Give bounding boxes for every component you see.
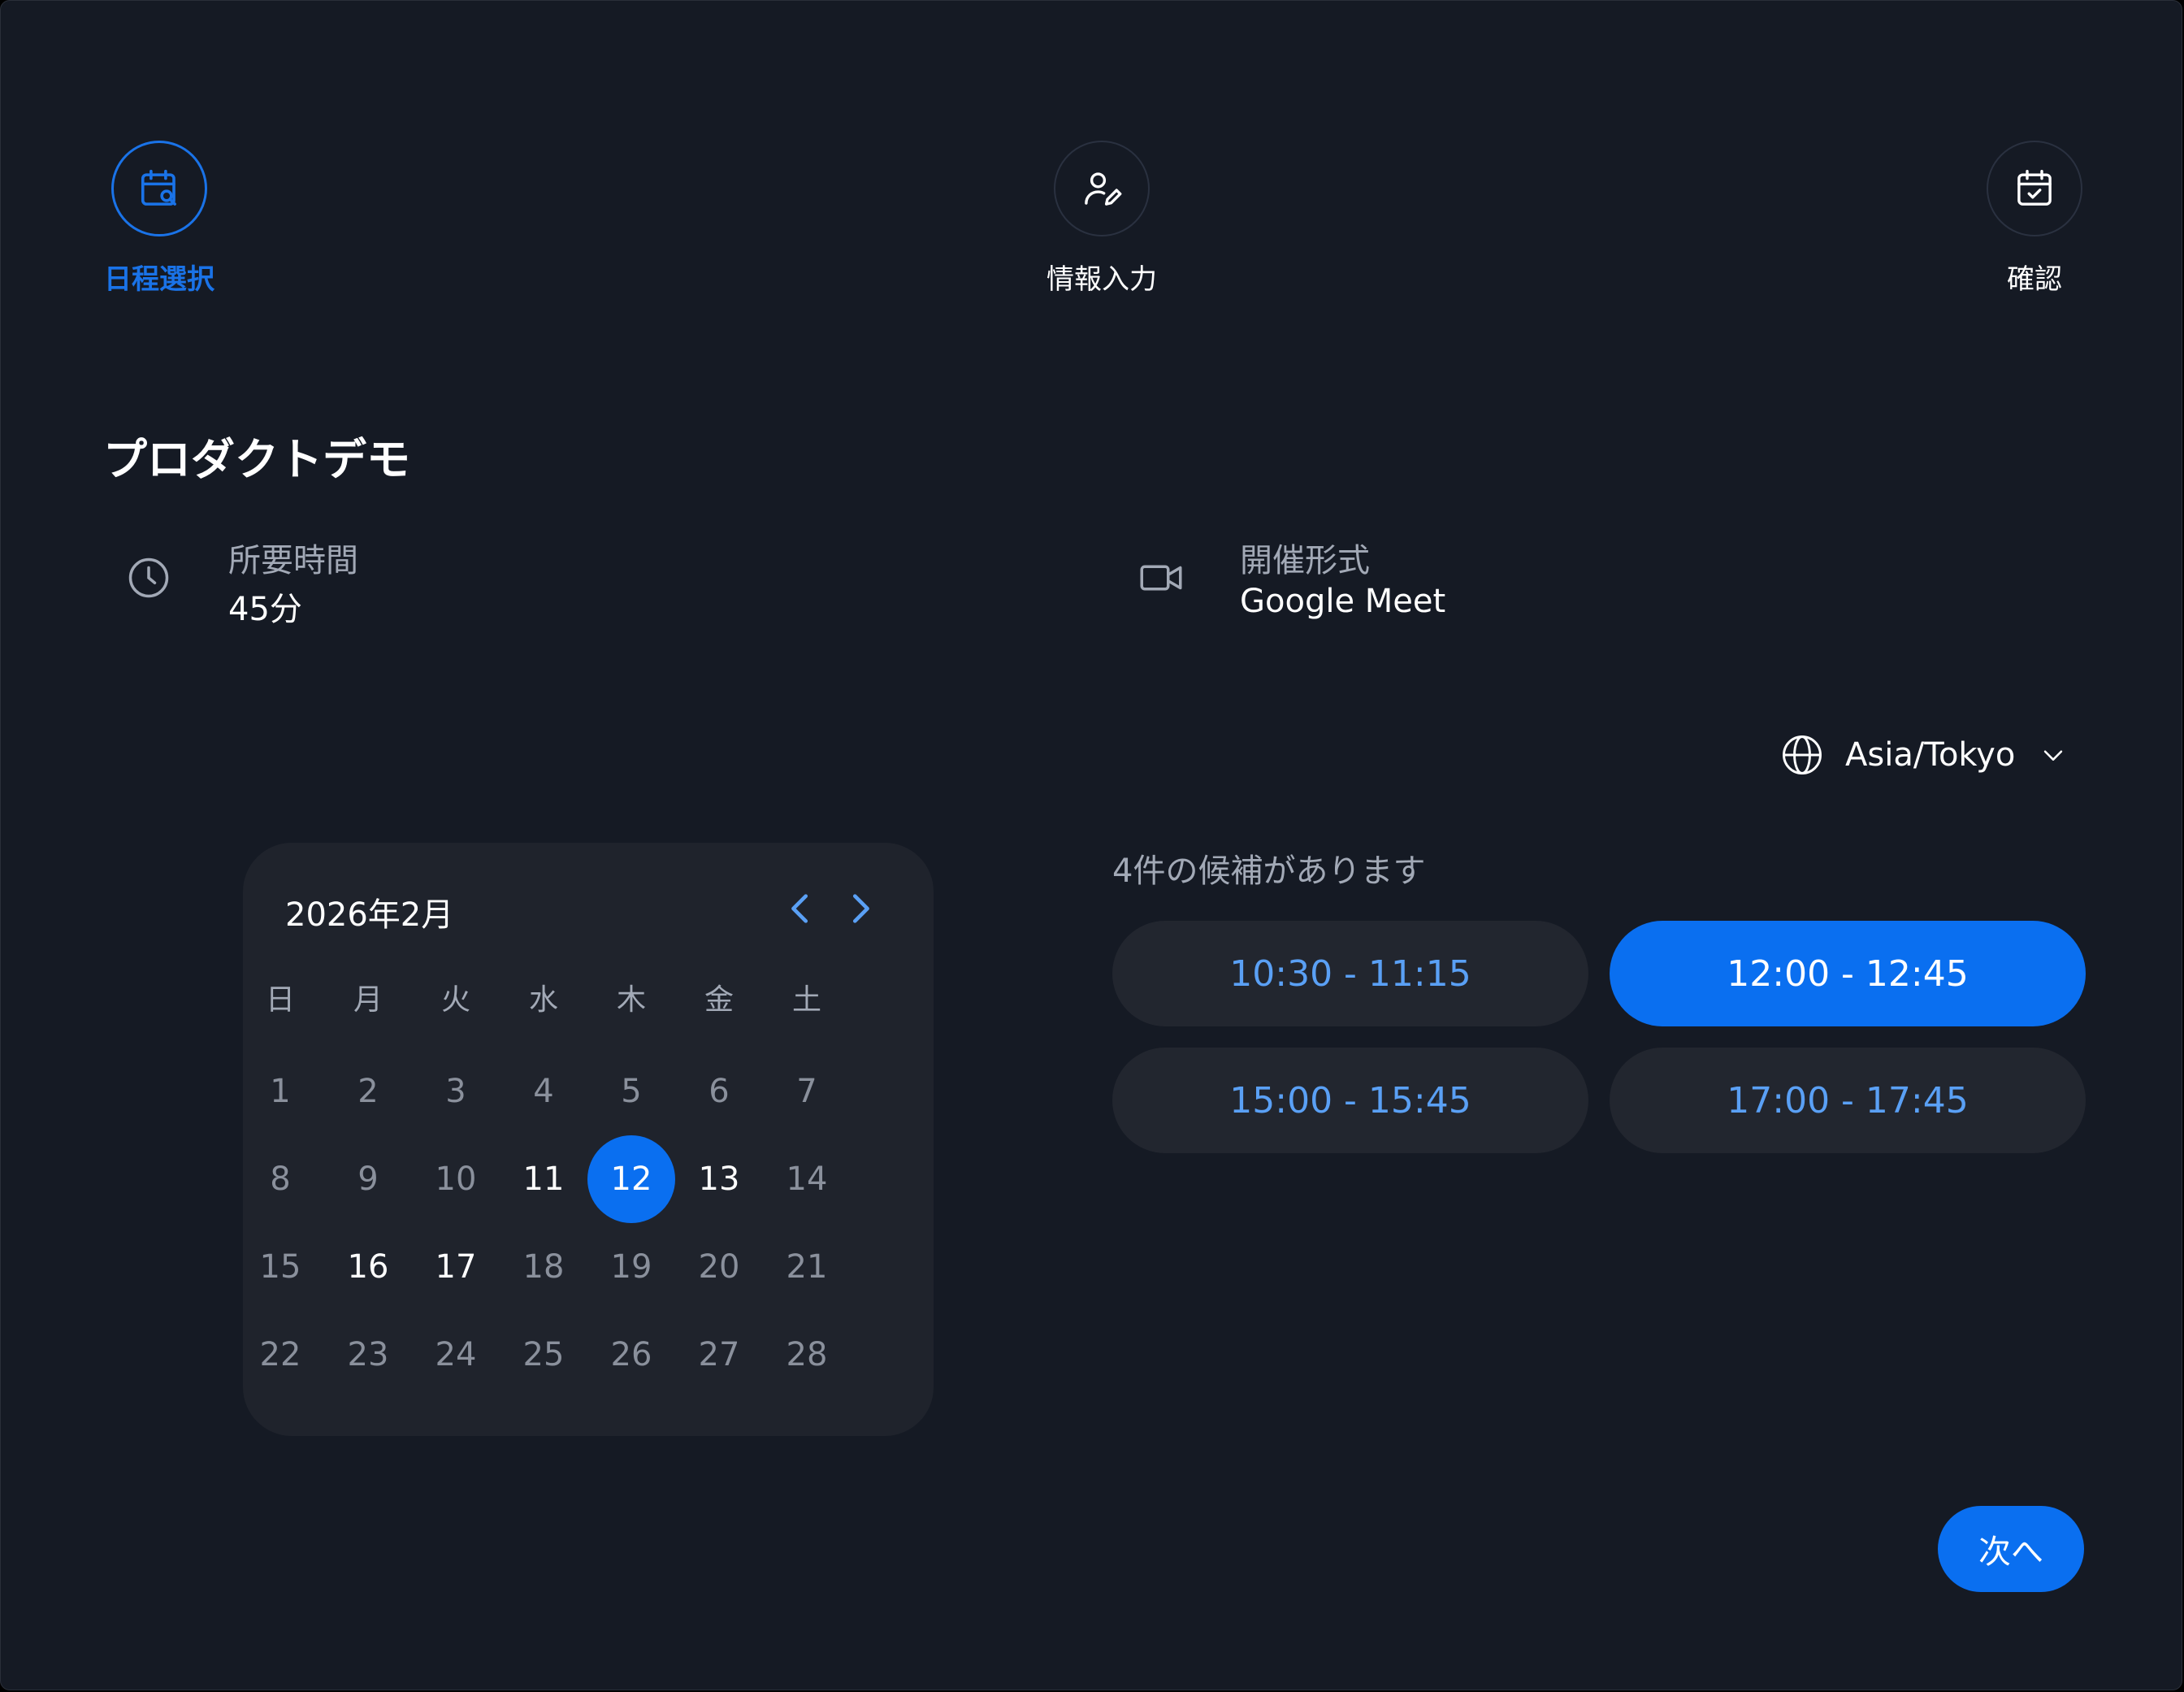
event-title: プロダクトデモ xyxy=(103,434,410,485)
weekday-label: 月 xyxy=(353,983,383,1017)
calendar-day: 22 xyxy=(259,1336,301,1373)
calendar-day: 28 xyxy=(786,1336,828,1373)
calendar-day[interactable]: 13 xyxy=(675,1135,763,1223)
calendar-day: 7 xyxy=(796,1073,817,1110)
timezone-value: Asia/Tokyo xyxy=(1845,736,2016,774)
calendar-day: 23 xyxy=(347,1336,389,1373)
step-label: 情報入力 xyxy=(1046,263,1157,296)
calendar-day[interactable]: 16 xyxy=(324,1223,412,1311)
calendar-day: 9 xyxy=(358,1161,379,1198)
calendar-day: 19 xyxy=(610,1248,652,1286)
weekday-label: 金 xyxy=(704,983,734,1017)
calendar-day: 3 xyxy=(445,1073,466,1110)
calendar-day: 24 xyxy=(435,1336,477,1373)
weekday-label: 水 xyxy=(528,983,558,1017)
user-edit-icon xyxy=(1054,141,1150,236)
calendar-day: 4 xyxy=(533,1073,554,1110)
video-camera-icon xyxy=(1140,565,1182,591)
booking-window: 日程選択 情報入力 確認 プロダクトデモ 所要時間 4 5分 開催形式 Googl… xyxy=(0,0,2182,1690)
calendar-day: 26 xyxy=(610,1336,652,1373)
clock-icon xyxy=(128,557,169,598)
time-slot-selected[interactable]: 12:00 - 12:45 xyxy=(1610,921,2086,1026)
calendar-day[interactable]: 17 xyxy=(412,1223,500,1311)
calendar-panel: 2026年2月 日月火水木金土 1 2 3 4 5 6 7 8 9 10 11 12 13 14 15 16 1… xyxy=(243,843,934,1436)
step-label: 日程選択 xyxy=(104,263,214,296)
calendar-day: 6 xyxy=(708,1073,730,1110)
calendar-day: 1 xyxy=(270,1073,291,1110)
calendar-day: 18 xyxy=(522,1248,565,1286)
calendar-day: 10 xyxy=(435,1161,477,1198)
weekday-label: 日 xyxy=(265,983,295,1017)
timezone-select[interactable]: Asia/Tokyo xyxy=(1780,728,2067,782)
calendar-search-icon xyxy=(111,141,207,236)
calendar-day: 25 xyxy=(522,1336,565,1373)
calendar-day: 2 xyxy=(358,1073,379,1110)
globe-icon xyxy=(1783,735,1822,774)
calendar-day: 5 xyxy=(621,1073,642,1110)
time-slot[interactable]: 15:00 - 15:45 xyxy=(1112,1048,1588,1153)
format-label: 開催形式 xyxy=(1240,542,1370,579)
calendar-day: 8 xyxy=(270,1161,291,1198)
calendar-day[interactable]: 11 xyxy=(500,1135,587,1223)
calendar-day: 21 xyxy=(786,1248,828,1286)
calendar-day: 15 xyxy=(259,1248,301,1286)
duration-value: 45分 xyxy=(228,591,302,628)
prev-month-button[interactable] xyxy=(782,890,820,927)
step-label: 確認 xyxy=(2007,263,2062,296)
weekday-label: 土 xyxy=(791,983,821,1017)
calendar-day: 14 xyxy=(786,1161,828,1198)
next-button[interactable]: 次へ xyxy=(1938,1506,2084,1592)
calendar-day-selected[interactable]: 12 xyxy=(587,1135,675,1223)
next-month-button[interactable] xyxy=(841,890,878,927)
calendar-day: 27 xyxy=(698,1336,740,1373)
weekday-label: 火 xyxy=(440,983,470,1017)
format-value: Google Meet xyxy=(1240,583,1446,620)
calendar-check-icon xyxy=(1987,141,2082,236)
weekday-label: 木 xyxy=(616,983,646,1017)
calendar-day: 20 xyxy=(698,1248,740,1286)
calendar-month-label: 2026年2月 xyxy=(285,896,454,934)
duration-label: 所要時間 xyxy=(228,542,358,579)
chevron-down-icon xyxy=(2044,750,2063,761)
time-slot[interactable]: 17:00 - 17:45 xyxy=(1610,1048,2086,1153)
slots-caption: 4件の候補があります xyxy=(1112,853,1426,890)
time-slot[interactable]: 10:30 - 11:15 xyxy=(1112,921,1588,1026)
